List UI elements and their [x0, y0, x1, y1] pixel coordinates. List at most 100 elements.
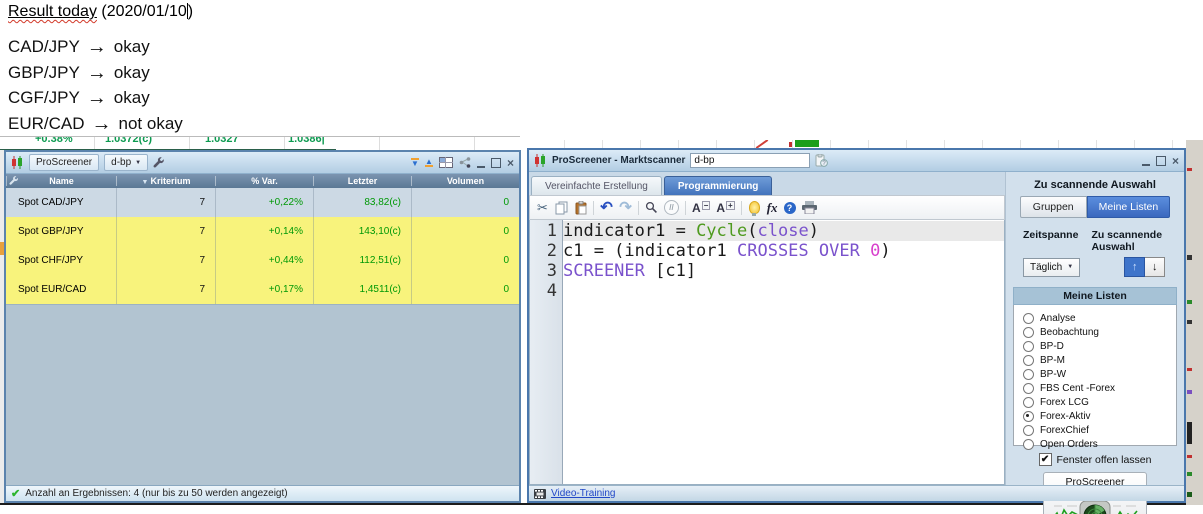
editor-code[interactable]: indicator1 = Cycle(close) c1 = (indicator…	[563, 220, 1004, 484]
background-window-edge	[0, 503, 1186, 505]
print-icon[interactable]	[801, 200, 817, 216]
document-title-misspelled: Result today	[8, 3, 97, 20]
increase-font-icon[interactable]: A +	[716, 200, 735, 215]
ticker-value: 1.0327	[205, 136, 239, 145]
minimize-button[interactable]	[1141, 156, 1150, 166]
column-header-name[interactable]: Name	[6, 176, 116, 186]
redo-icon[interactable]: ↷	[619, 200, 632, 216]
list-option[interactable]: BP-W	[1023, 367, 1167, 381]
status-check-icon: ✔	[11, 488, 21, 500]
scanner-titlebar[interactable]: ProScreener - Marktscanner ? ×	[529, 150, 1184, 172]
cell-name: Spot GBP/JPY	[18, 226, 84, 237]
code-line[interactable]: c1 = (indicator1 CROSSES OVER 0)	[563, 241, 1004, 261]
radio-button[interactable]	[1023, 340, 1034, 352]
document-title: Result today (2020/01/10)	[8, 3, 193, 21]
tab-programmierung[interactable]: Programmierung	[663, 176, 773, 195]
maximize-button[interactable]	[1155, 155, 1166, 166]
editor-gutter: 1234	[530, 220, 563, 484]
cut-icon[interactable]: ✂	[536, 200, 549, 216]
timeframe-dropdown[interactable]: Täglich ▼	[1023, 257, 1081, 277]
table-row[interactable]: Spot CHF/JPY 7 +0,44% 112,51(c) 0	[6, 246, 519, 275]
column-header-volumen[interactable]: Volumen	[411, 176, 519, 186]
export-icon[interactable]: ▲	[424, 158, 433, 167]
document-area: Result today (2020/01/10)	[8, 3, 193, 21]
help-icon[interactable]: ?	[783, 201, 796, 214]
video-training-link[interactable]: Video-Training	[551, 488, 615, 499]
radio-button[interactable]	[1023, 326, 1034, 338]
radio-button[interactable]	[1023, 312, 1034, 324]
editor-column: Vereinfachte Erstellung Programmierung ✂…	[529, 172, 1005, 485]
status-label: not okay	[118, 113, 183, 133]
radio-button[interactable]	[1023, 410, 1034, 422]
candlestick-icon	[12, 156, 22, 169]
comment-icon[interactable]: //	[664, 200, 679, 215]
screener-titlebar[interactable]: ProScreener d-bp ▼ ▼ ▲ ×	[6, 152, 519, 174]
screener-table-header[interactable]: Name ▼ Kriterium % Var. Letzter Volumen	[6, 174, 519, 188]
import-icon[interactable]: ▼	[410, 158, 419, 168]
scan-selection-sidebar: Zu scannende Auswahl Gruppen Meine Liste…	[1005, 172, 1184, 514]
pair-label: CGF/JPY	[8, 88, 80, 108]
radio-button[interactable]	[1023, 396, 1034, 408]
list-option[interactable]: FBS Cent -Forex	[1023, 381, 1167, 395]
table-row[interactable]: Spot CAD/JPY 7 +0,22% 83,82(c) 0	[6, 188, 519, 217]
groups-button[interactable]: Gruppen	[1019, 196, 1087, 218]
share-icon[interactable]	[459, 157, 471, 168]
rename-help-icon[interactable]: ?	[815, 153, 829, 168]
radio-button[interactable]	[1023, 438, 1034, 450]
table-row[interactable]: Spot GBP/JPY 7 +0,14% 143,10(c) 0	[6, 217, 519, 246]
list-option-label: Open Orders	[1040, 438, 1098, 450]
settings-wrench-icon[interactable]	[153, 156, 165, 169]
list-option[interactable]: Forex-Aktiv	[1023, 409, 1167, 423]
undo-icon[interactable]: ↶	[600, 200, 613, 216]
move-up-button[interactable]: ↑	[1124, 257, 1146, 277]
arrow-icon: →	[86, 87, 107, 110]
column-header-var[interactable]: % Var.	[215, 176, 313, 186]
close-button[interactable]: ×	[1172, 155, 1179, 167]
close-button[interactable]: ×	[507, 157, 514, 169]
search-icon[interactable]	[645, 200, 658, 216]
list-option[interactable]: Forex LCG	[1023, 395, 1167, 409]
document-title-date: (2020/01/10	[96, 3, 187, 20]
hint-bulb-icon[interactable]	[748, 200, 761, 216]
arrow-icon: →	[86, 61, 107, 84]
keep-window-open-checkbox[interactable]: ✔	[1038, 453, 1052, 466]
list-option[interactable]: Analyse	[1023, 311, 1167, 325]
table-row[interactable]: Spot EUR/CAD 7 +0,17% 1,4511(c) 0	[6, 275, 519, 304]
cell-volumen: 0	[411, 188, 519, 217]
editor-toolbar: ✂ ↶ ↷ // A − A + fx ?	[529, 195, 1005, 220]
move-down-button[interactable]: ↓	[1145, 257, 1166, 277]
paste-icon[interactable]	[574, 200, 587, 216]
video-film-icon	[534, 488, 546, 499]
my-lists-button[interactable]: Meine Listen	[1086, 196, 1171, 218]
code-editor[interactable]: 1234 indicator1 = Cycle(close) c1 = (indi…	[529, 220, 1005, 485]
list-option[interactable]: Open Orders	[1023, 437, 1167, 451]
minimize-button[interactable]	[476, 158, 485, 168]
radio-button[interactable]	[1023, 354, 1034, 366]
list-option-label: Forex-Aktiv	[1040, 410, 1091, 422]
function-icon[interactable]: fx	[767, 200, 778, 216]
radio-button[interactable]	[1023, 382, 1034, 394]
screener-name-input[interactable]	[690, 153, 811, 168]
background-chart-sliver	[1186, 140, 1203, 505]
list-option[interactable]: BP-D	[1023, 339, 1167, 353]
column-wrench-icon[interactable]	[9, 176, 19, 186]
list-option[interactable]: ForexChief	[1023, 423, 1167, 437]
list-option[interactable]: BP-M	[1023, 353, 1167, 367]
column-header-kriterium[interactable]: ▼ Kriterium	[116, 176, 215, 186]
code-line[interactable]	[563, 281, 1004, 301]
list-option[interactable]: Beobachtung	[1023, 325, 1167, 339]
background-red-line	[755, 140, 769, 148]
radio-button[interactable]	[1023, 368, 1034, 380]
layout-grid-icon[interactable]	[438, 157, 453, 168]
cell-var: +0,22%	[215, 188, 313, 217]
maximize-button[interactable]	[490, 157, 501, 168]
tab-vereinfachte-erstellung[interactable]: Vereinfachte Erstellung	[531, 176, 662, 195]
document-title-paren: )	[187, 3, 194, 20]
column-header-letzter[interactable]: Letzter	[313, 176, 411, 186]
code-line[interactable]: SCREENER [c1]	[563, 261, 1004, 281]
radio-button[interactable]	[1023, 424, 1034, 436]
decrease-font-icon[interactable]: A −	[692, 200, 711, 215]
copy-icon[interactable]	[555, 200, 568, 216]
screener-list-dropdown[interactable]: d-bp ▼	[104, 154, 149, 171]
code-line[interactable]: indicator1 = Cycle(close)	[563, 221, 1004, 241]
